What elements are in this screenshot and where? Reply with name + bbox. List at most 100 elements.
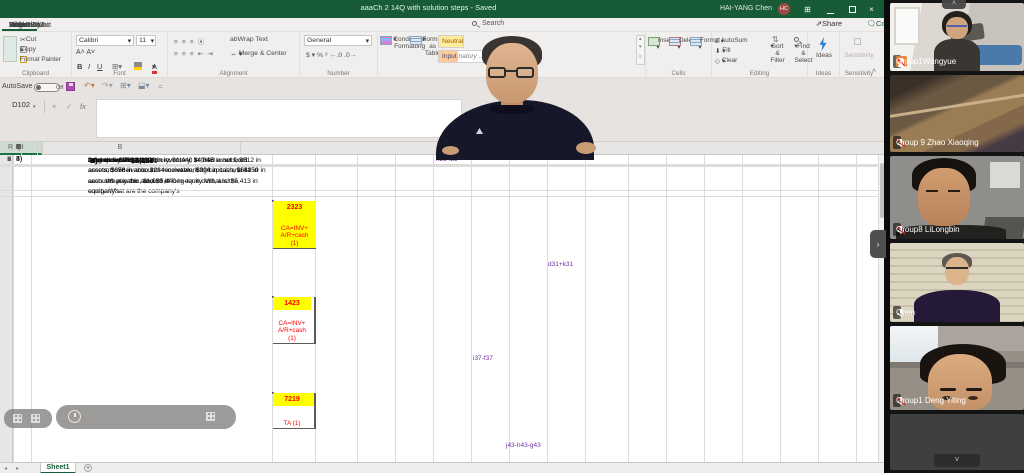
gridline [704, 155, 705, 462]
copy-button[interactable]: Copy ▾ [20, 46, 23, 54]
document-title: aaaCh 2 14Q with solution steps - Saved [360, 3, 496, 12]
formula-bar-input[interactable] [96, 99, 462, 138]
row-number: 6 [0, 156, 11, 163]
conditional-formatting-button[interactable]: Conditional Formatting ▾ [380, 36, 410, 43]
formula-note: j43-h43-g43 [506, 442, 541, 449]
editing-group-label: Editing [712, 70, 807, 77]
header-text: CA=INV+ A/R+cash (1) [281, 225, 309, 247]
gridline [585, 155, 586, 462]
merge-qat-icon[interactable]: ⬓▾ [138, 81, 150, 90]
menu-tab-power-pivot[interactable]: Power Pivot [2, 18, 56, 29]
gridline [856, 155, 857, 462]
grid-icon [206, 412, 215, 421]
ribbon-display-options-icon[interactable]: ⊞ [803, 5, 812, 14]
participant-tile-group8-lilongbin[interactable]: Group8 LiLongbin [890, 156, 1024, 239]
participant-name-tag: Group1Wangyue [893, 55, 901, 68]
comments-button[interactable]: 🗨 Comments [866, 19, 876, 28]
collapse-ribbon-icon[interactable]: ˄ [872, 68, 876, 75]
grow-shrink-font-icons[interactable]: A˄ A˅ [76, 49, 95, 56]
floating-toolbar-large[interactable] [56, 405, 236, 429]
participant-tile-group-9-zhao-xiaoqing[interactable]: Group 9 Zhao Xiaoqing [890, 75, 1024, 152]
gridline [509, 155, 510, 462]
presenter-hand [442, 146, 459, 155]
participant-name: Group1 Deng Yiting [896, 394, 966, 407]
share-button[interactable]: ⇗ Share [816, 19, 822, 28]
participant-name: Group1Wangyue [896, 55, 956, 68]
minimize-icon[interactable] [827, 9, 834, 14]
floating-toolbar-small[interactable] [4, 409, 52, 428]
gridline [780, 155, 781, 462]
number-format-select[interactable]: General▾ [304, 35, 372, 46]
cut-button[interactable]: ✂ Cut [20, 36, 26, 44]
alignment-group: ≡ ≡ ≡ ⦿ ab Wrap Text ≡ ≡ ≡ ⇤ ⇥ ⇔ Merge &… [168, 32, 300, 78]
participant-tile-group1wangyue[interactable]: Group1Wangyue [890, 3, 1024, 71]
font-group: Calibri▾ 11▾ A˄ A˅ B I U ⊞▾ ▾ A▾ Font [72, 32, 168, 78]
merge-center-button[interactable]: ⇔ Merge & Center ▾ [230, 50, 242, 58]
fill-button[interactable]: ⬇ Fill ▾ [715, 47, 726, 55]
ideas-button[interactable]: Ideas [808, 52, 840, 59]
save-icon[interactable] [66, 82, 75, 91]
account-name: HAI-YANG Chen [720, 5, 772, 12]
sidebar-collapse-handle[interactable]: › [870, 230, 886, 258]
gridline [471, 155, 472, 462]
autosave-toggle[interactable]: Off [34, 83, 60, 92]
gallery-scroll-arrows[interactable]: ▴▾▿ [636, 35, 645, 65]
ideas-icon[interactable] [818, 37, 828, 51]
font-group-label: Font [72, 70, 167, 77]
participant-tile-empty[interactable]: ˅ [890, 414, 1024, 470]
name-box-arrow-icon[interactable]: ▾ [33, 104, 36, 110]
confirm-entry-icon[interactable]: ✓ [66, 102, 72, 111]
column-header-R[interactable]: R [0, 142, 22, 155]
participant-tile-chen[interactable]: Chen [890, 243, 1024, 322]
participant-name: Group8 LiLongbin [896, 223, 960, 236]
add-sheet-icon[interactable]: + [84, 464, 92, 472]
sheet-tab[interactable]: Sheet1 [40, 463, 76, 473]
redo-icon[interactable]: ↷▾ [102, 81, 113, 90]
name-box[interactable]: D102 [0, 100, 30, 113]
borders-qat-icon[interactable]: ⊞▾ [120, 81, 131, 90]
divider [44, 100, 45, 113]
horizontal-align-icons[interactable]: ≡ ≡ ≡ ⇤ ⇥ [174, 50, 214, 58]
solution-table: INVfixed asstA/RNWCCashCL=CA- NWC(2)CA=I… [272, 296, 274, 298]
solution-table: inventorynet fixed assts (NFA)cashA/RA/P… [272, 200, 274, 202]
format-cells-button[interactable]: Format▾ [690, 37, 710, 51]
wrap-text-button[interactable]: ab Wrap Text [230, 36, 238, 43]
number-format-icons[interactable]: $ ▾ % ⁹ ←.0 .0→ [306, 51, 357, 59]
font-size-select[interactable]: 11▾ [136, 35, 156, 46]
gridline [547, 155, 548, 462]
presenter-hand [576, 142, 596, 154]
delete-cells-button[interactable]: Delete▾ [669, 37, 689, 51]
paste-icon[interactable] [3, 36, 17, 62]
insert-function-icon[interactable]: fx [80, 102, 86, 111]
vertical-align-icons[interactable]: ≡ ≡ ≡ ⦿ [174, 36, 205, 46]
value-text: 2323 [287, 204, 303, 211]
participants-sidebar: ˄ Group1Wangyue Group 9 Zhao Xiaoqing Grou… [884, 0, 1024, 473]
ideas-group: Ideas Ideas [808, 32, 840, 78]
sort-filter-button[interactable]: ⇅Sort & Filter ▾ [760, 36, 784, 50]
zoom-screen-share: aaaCh 2 14Q with solution steps - Saved … [0, 0, 1024, 473]
sheet-nav-left-icon[interactable]: ◂ [4, 465, 7, 472]
account-avatar[interactable]: HC [778, 3, 790, 15]
collapse-strip-icon[interactable]: ˄ [942, 0, 966, 9]
insert-cells-button[interactable]: Insert▾ [648, 37, 668, 51]
search-box[interactable]: Search [472, 20, 542, 31]
autosum-button[interactable]: Σ AutoSum ▾ [715, 37, 724, 45]
clipboard-group-label: Clipboard [0, 70, 71, 77]
find-select-button[interactable]: Find & Select ▾ [784, 36, 808, 50]
gridline [628, 155, 629, 462]
undo-icon[interactable]: ↶▾ [84, 81, 95, 90]
gridline [666, 155, 667, 462]
close-icon[interactable]: × [867, 5, 876, 14]
value-text: 1423 [284, 300, 300, 307]
gridline [818, 155, 819, 462]
sheet-nav-right-icon[interactable]: ▸ [16, 465, 19, 472]
participant-name-tag: Chen [893, 306, 901, 319]
restore-icon[interactable] [849, 6, 856, 13]
participant-tile-group1-deng-yiting[interactable]: Group1 Deng Yiting [890, 326, 1024, 410]
gridline [357, 155, 358, 462]
clear-button[interactable]: ◇ Clear ▾ [715, 57, 725, 65]
font-name-select[interactable]: Calibri▾ [76, 35, 134, 46]
scroll-participants-icon[interactable]: ˅ [934, 454, 980, 467]
header-text: CA=INV+ A/R+cash (1) [278, 320, 306, 342]
cancel-entry-icon[interactable]: × [52, 102, 56, 111]
